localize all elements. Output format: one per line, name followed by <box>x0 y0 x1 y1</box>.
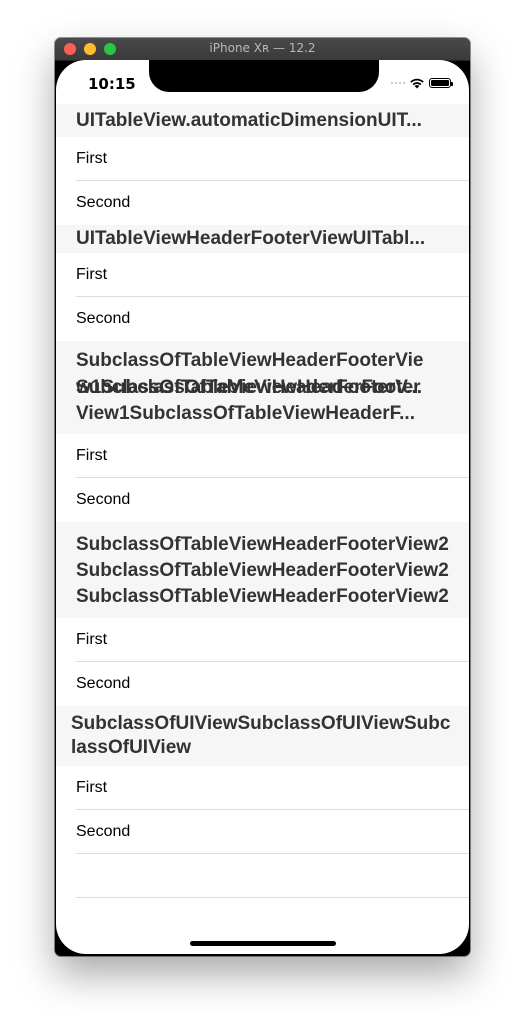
table-row[interactable]: Second <box>56 181 469 225</box>
table-row[interactable]: Second <box>56 810 469 854</box>
title-bar: iPhone Xʀ — 12.2 <box>55 38 470 61</box>
table-view[interactable]: UITableView.automaticDimensionUIT... Fir… <box>56 104 469 898</box>
battery-icon <box>429 78 453 88</box>
table-row[interactable]: Second <box>56 478 469 522</box>
device-screen: 10:15 UITableView.automaticDimensionUIT.… <box>56 60 469 954</box>
section-header-header-footer-view: UITableViewHeaderFooterViewUITabl... <box>56 225 469 253</box>
section-header-subclass-1: SubclassOfTableViewHeaderFooterVie w1Sub… <box>56 341 469 434</box>
table-row[interactable]: First <box>56 137 469 181</box>
status-time: 10:15 <box>88 75 136 93</box>
section-header-uiview: SubclassOfUIViewSubclassOfUIViewSubclass… <box>56 706 469 766</box>
empty-table-row <box>56 854 469 898</box>
table-row[interactable]: First <box>56 766 469 810</box>
device-notch <box>149 60 379 92</box>
section-header-line: View1SubclassOfTableViewHeaderF... <box>76 403 415 424</box>
section-header-line: SubclassOfTableViewHeaderFooterV... <box>76 377 422 398</box>
cellular-signal-icon <box>391 82 405 84</box>
section-header-line: SubclassOfTableViewHeaderFooterVie <box>76 350 424 371</box>
section-header-subclass-2: SubclassOfTableViewHeaderFooterView2Subc… <box>56 522 469 618</box>
table-row[interactable]: First <box>56 434 469 478</box>
table-row[interactable]: Second <box>56 662 469 706</box>
status-indicators <box>391 77 453 89</box>
section-header-automatic-dimension: UITableView.automaticDimensionUIT... <box>56 104 469 137</box>
table-row[interactable]: Second <box>56 297 469 341</box>
table-row[interactable]: First <box>56 253 469 297</box>
home-indicator[interactable] <box>190 941 336 946</box>
window-title: iPhone Xʀ — 12.2 <box>209 41 316 55</box>
simulator-window: iPhone Xʀ — 12.2 10:15 UITableView.autom… <box>55 38 470 956</box>
wifi-icon <box>410 78 424 89</box>
table-row[interactable]: First <box>56 618 469 662</box>
